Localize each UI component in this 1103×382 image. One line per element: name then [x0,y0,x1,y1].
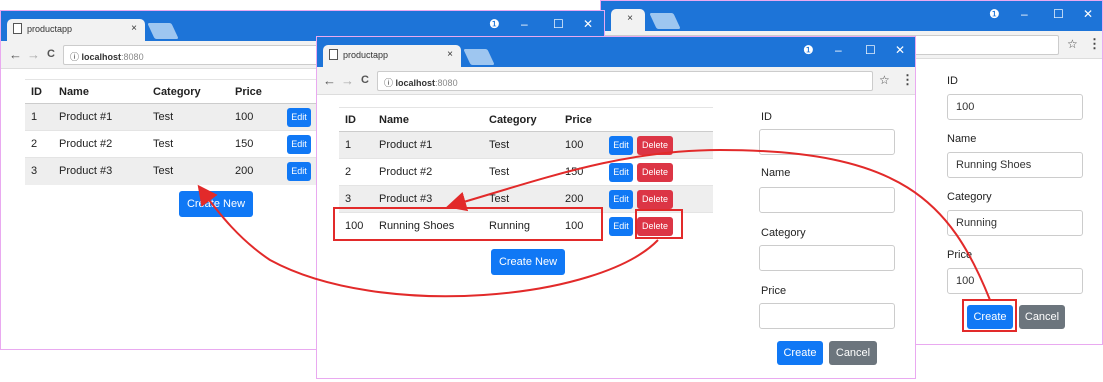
annotation-arrows [197,148,991,301]
arrow-create-to-new-row [446,148,991,301]
arrow-delete-to-initial [197,184,659,298]
